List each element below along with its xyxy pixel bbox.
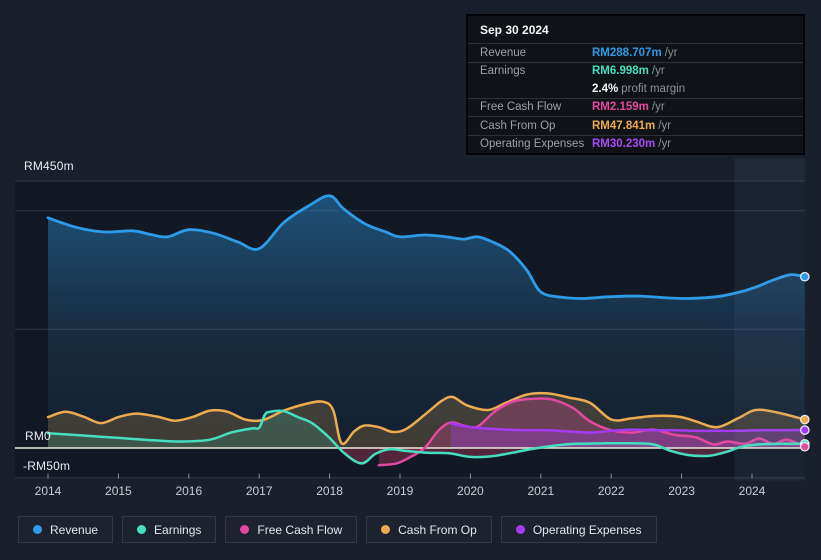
x-axis-label-2022: 2022 xyxy=(597,484,625,498)
tooltip-row-value: RM6.998m xyxy=(592,65,649,78)
legend-color-dot xyxy=(515,525,525,534)
legend-item-cash-from-op[interactable]: Cash From Op xyxy=(366,516,492,543)
tooltip-row-label: Cash From Op xyxy=(480,119,556,132)
profit-margin-label: profit margin xyxy=(621,82,686,95)
legend-color-dot xyxy=(240,525,250,534)
tooltip-row-cash-from-op: Cash From Op RM47.841m/yr xyxy=(468,116,803,135)
tooltip-row-label: Operating Expenses xyxy=(480,138,585,151)
tooltip-row-unit: /yr xyxy=(651,101,665,114)
tooltip-row-label: Free Cash Flow xyxy=(480,101,562,114)
tooltip-row-unit: /yr xyxy=(664,46,678,59)
legend-color-dot xyxy=(381,525,391,534)
x-axis-label-2019: 2019 xyxy=(386,484,414,498)
profit-margin-value: 2.4% xyxy=(592,82,619,95)
legend-color-dot xyxy=(137,525,147,534)
tooltip-row-label: Earnings xyxy=(480,65,526,78)
x-axis-label-2023: 2023 xyxy=(668,484,695,498)
x-axis-label-2016: 2016 xyxy=(175,484,203,498)
legend-item-label: Free Cash Flow xyxy=(257,522,343,537)
x-axis-label-2021: 2021 xyxy=(527,484,555,498)
legend-item-label: Earnings xyxy=(154,522,202,537)
legend-item-label: Operating Expenses xyxy=(532,522,642,537)
tooltip-row-value: RM47.841m xyxy=(592,119,656,132)
legend-item-label: Cash From Op xyxy=(398,522,477,537)
tooltip-row-value: RM2.159m xyxy=(592,101,649,114)
tooltip-row-operating-expenses: Operating Expenses RM30.230m/yr xyxy=(468,134,803,154)
x-axis-label-2024: 2024 xyxy=(738,484,766,498)
y-axis-label-zero: RM0 xyxy=(25,429,51,443)
x-axis-label-2018: 2018 xyxy=(316,484,343,498)
x-axis-label-2015: 2015 xyxy=(105,484,132,498)
tooltip-row-unit: /yr xyxy=(651,65,665,78)
tooltip-row-revenue: Revenue RM288.707m/yr xyxy=(468,43,803,62)
financial-history-chart: RM450m RM0 -RM50m 2014 2015 2016 2017 2018 20… xyxy=(0,0,821,560)
legend-item-operating-expenses[interactable]: Operating Expenses xyxy=(500,516,657,543)
tooltip-profit-margin: 2.4% profit margin xyxy=(468,80,803,98)
tooltip-row-label: Revenue xyxy=(480,46,527,59)
x-axis-label-2020: 2020 xyxy=(457,484,484,498)
tooltip-date: Sep 30 2024 xyxy=(480,22,549,37)
tooltip-row-value: RM288.707m xyxy=(592,46,662,59)
legend-item-label: Revenue xyxy=(50,522,99,537)
y-axis-label-neg50: -RM50m xyxy=(23,459,71,473)
legend-item-earnings[interactable]: Earnings xyxy=(122,516,217,543)
tooltip-row-unit: /yr xyxy=(658,138,672,151)
y-axis-label-top: RM450m xyxy=(24,159,74,173)
tooltip-row-unit: /yr xyxy=(658,119,672,132)
tooltip-row-earnings: Earnings RM6.998m/yr xyxy=(468,61,803,81)
tooltip-row-free-cash-flow: Free Cash Flow RM2.159m/yr xyxy=(468,97,803,117)
x-axis-label-2017: 2017 xyxy=(245,484,273,498)
legend-item-revenue[interactable]: Revenue xyxy=(18,516,114,543)
tooltip-row-value: RM30.230m xyxy=(592,138,656,151)
chart-legend: Revenue Earnings Free Cash Flow Cash From O… xyxy=(18,516,657,543)
legend-item-free-cash-flow[interactable]: Free Cash Flow xyxy=(225,516,358,543)
legend-color-dot xyxy=(33,525,42,534)
x-axis-label-2014: 2014 xyxy=(34,484,62,498)
chart-tooltip: Sep 30 2024 Revenue RM288.707m/yr Earnings… xyxy=(466,14,805,155)
